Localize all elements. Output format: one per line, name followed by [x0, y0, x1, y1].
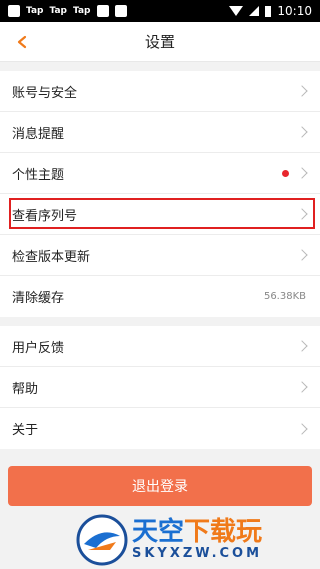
chevron-right-icon [296, 249, 308, 261]
settings-item-label: 关于 [12, 423, 39, 438]
chevron-right-icon [296, 422, 308, 435]
chevron-right-icon [296, 85, 308, 97]
settings-item-clear-cache[interactable]: 清除缓存 56.38KB [0, 276, 320, 317]
chevron-right-icon [296, 167, 308, 179]
settings-item-label: 消息提醒 [12, 126, 65, 142]
settings-item-label: 账号与安全 [12, 85, 78, 101]
back-button[interactable] [10, 30, 34, 54]
settings-item-label: 查看序列号 [12, 208, 78, 224]
settings-item-account-security[interactable]: 账号与安全 [0, 71, 320, 112]
settings-item-label: 检查版本更新 [12, 249, 91, 265]
settings-item-label: 帮助 [12, 381, 39, 397]
tap-notification-icon: Tap [26, 6, 44, 16]
watermark-text-orange: 下载玩 [184, 517, 263, 547]
status-time: 10:10 [277, 4, 312, 18]
tap-notification-icon: Tap [49, 6, 68, 16]
sky-logo-icon [76, 514, 128, 565]
settings-item-notifications[interactable]: 消息提醒 [0, 112, 320, 153]
watermark-url: SKYXZW.COM [132, 546, 263, 561]
chevron-right-icon [296, 126, 308, 138]
settings-group-support: 用户反馈 帮助 关于 [0, 326, 320, 449]
settings-item-theme[interactable]: 个性主题 [0, 153, 320, 194]
wifi-icon [229, 6, 244, 16]
signal-icon [249, 6, 260, 16]
battery-icon [265, 5, 272, 17]
settings-item-help[interactable]: 帮助 [0, 367, 320, 408]
settings-group-account: 账号与安全 消息提醒 个性主题 查看序列号 检查版本更新 清除缓存 56.38K… [0, 71, 320, 317]
chevron-right-icon [296, 381, 308, 393]
page-title: 设置 [144, 33, 175, 51]
settings-item-label: 个性主题 [12, 167, 65, 183]
settings-item-label: 用户反馈 [12, 340, 65, 356]
notification-app-icon [8, 5, 20, 17]
settings-item-about[interactable]: 关于 [0, 408, 320, 449]
cache-size-value: 56.38KB [263, 291, 306, 302]
chevron-right-icon [296, 208, 308, 220]
chevron-left-icon [17, 35, 27, 49]
settings-item-feedback[interactable]: 用户反馈 [0, 326, 320, 367]
chevron-right-icon [296, 340, 308, 352]
status-bar: Tap Tap Tap 10:10 [0, 0, 320, 22]
tap-notification-icon: Tap [73, 6, 91, 16]
notification-app-icon [114, 5, 127, 17]
notification-app-icon [96, 5, 109, 17]
watermark-text-blue: 天空 [132, 517, 185, 547]
settings-item-serial-number[interactable]: 查看序列号 [0, 194, 320, 235]
nav-bar: 设置 [0, 22, 320, 62]
settings-item-label: 清除缓存 [12, 291, 65, 306]
logout-button[interactable]: 退出登录 [8, 466, 312, 506]
watermark-logo: 天空下载玩 SKYXZW.COM [76, 510, 320, 569]
red-dot-badge [282, 169, 289, 177]
settings-item-check-update[interactable]: 检查版本更新 [0, 235, 320, 276]
